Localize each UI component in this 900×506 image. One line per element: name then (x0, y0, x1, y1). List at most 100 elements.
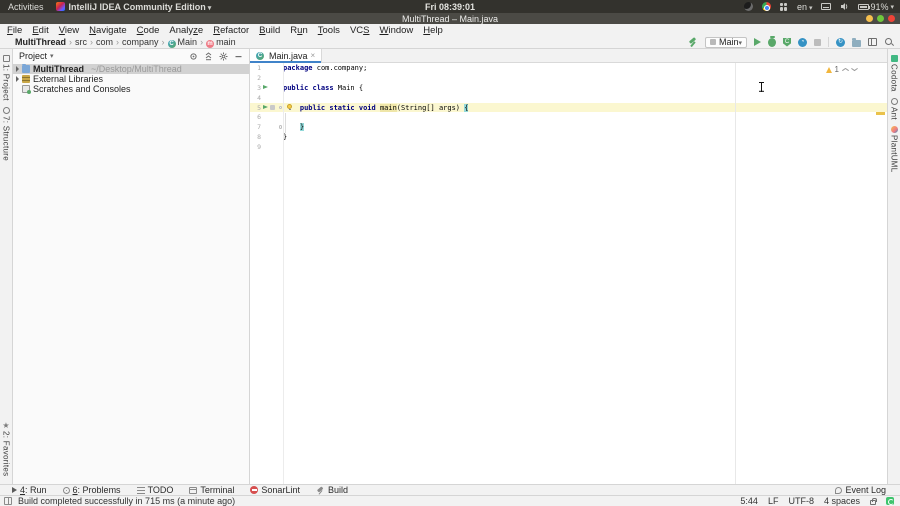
locate-icon[interactable] (189, 52, 198, 61)
code-line[interactable]: 3 public class Main { (250, 83, 887, 93)
search-everywhere-icon[interactable] (884, 37, 894, 47)
coverage-icon[interactable]: C (783, 37, 791, 47)
menu-vcs[interactable]: VCS (345, 25, 375, 36)
run-gutter-icon[interactable] (263, 104, 268, 109)
breadcrumb-project[interactable]: MultiThread (14, 37, 67, 47)
menu-help[interactable]: Help (418, 25, 448, 36)
tree-row-scratches[interactable]: Scratches and Consoles (13, 84, 249, 94)
extensions-icon[interactable] (779, 2, 788, 11)
menu-tools[interactable]: Tools (313, 25, 345, 36)
breadcrumb-class-main[interactable]: C Main (167, 37, 199, 48)
code-line[interactable]: 5 public static void main(String[] args)… (250, 102, 887, 113)
toolwindow-button-run[interactable]: 4: Run (12, 485, 47, 495)
code-text[interactable]: public static void main(String[] args) { (283, 103, 469, 112)
toolwindow-button-build[interactable]: Build (316, 485, 348, 495)
line-number[interactable]: 9 (250, 143, 261, 151)
keyboard-icon[interactable] (821, 3, 832, 10)
menu-analyze[interactable]: Analyze (164, 25, 208, 36)
expand-chevron-icon[interactable] (16, 76, 19, 82)
tree-row-external-libraries[interactable]: External Libraries (13, 74, 249, 84)
line-number[interactable]: 4 (250, 94, 261, 102)
gutter[interactable] (261, 122, 283, 132)
toolwindow-button-codota[interactable]: Codota (888, 55, 900, 92)
code-line[interactable]: 1 package com.company; (250, 63, 887, 73)
expand-chevron-icon[interactable] (16, 66, 19, 72)
stop-icon[interactable] (814, 38, 821, 46)
toolwindow-switcher-icon[interactable] (4, 497, 12, 505)
code-line[interactable]: 9 (250, 142, 887, 152)
code-line[interactable]: 6 (250, 112, 887, 122)
breadcrumb-src[interactable]: src (74, 37, 88, 47)
toolwindow-button-sonarlint[interactable]: SonarLint (250, 485, 300, 495)
maximize-button[interactable] (877, 15, 884, 22)
encoding-widget[interactable]: UTF-8 (788, 496, 814, 506)
menu-navigate[interactable]: Navigate (84, 25, 132, 36)
run-config-selector[interactable]: Main (704, 36, 747, 48)
settings-icon[interactable] (219, 52, 228, 61)
line-separator-widget[interactable]: LF (768, 496, 779, 506)
gutter[interactable] (261, 103, 283, 113)
gutter[interactable] (261, 93, 283, 103)
menu-file[interactable]: File (2, 25, 27, 36)
toolwindow-button-structure[interactable]: 7: Structure (0, 106, 12, 161)
menu-window[interactable]: Window (374, 25, 418, 36)
run-icon[interactable] (754, 38, 761, 46)
toolwindow-button-terminal[interactable]: Terminal (189, 485, 234, 495)
update-icon[interactable]: ↻ (836, 37, 845, 47)
indent-widget[interactable]: 4 spaces (824, 496, 860, 506)
toolwindow-button-favorites[interactable]: ★ 2: Favorites (0, 421, 12, 476)
close-button[interactable] (888, 15, 895, 22)
line-number[interactable]: 2 (250, 74, 261, 82)
readonly-lock-icon[interactable] (870, 498, 877, 505)
code-text[interactable]: } (283, 123, 305, 132)
line-number[interactable]: 6 (250, 113, 261, 121)
code-text[interactable]: package com.company; (283, 64, 367, 72)
project-panel-title[interactable]: Project (19, 51, 54, 61)
gutter[interactable] (261, 142, 283, 152)
code-line[interactable]: 8} (250, 132, 887, 142)
battery-indicator[interactable]: 91% (858, 2, 894, 12)
gutter[interactable] (261, 112, 283, 122)
inspection-widget[interactable]: 1 (825, 65, 857, 74)
toolwindow-button-project[interactable]: 1: Project (0, 55, 12, 101)
run-gutter-icon[interactable] (263, 85, 268, 90)
toolwindow-button-problems[interactable]: 6: Problems (62, 485, 121, 495)
code-line[interactable]: 2 (250, 73, 887, 83)
hide-icon[interactable] (234, 52, 243, 61)
line-number[interactable]: 5 (250, 104, 261, 112)
next-warning-icon[interactable] (851, 68, 857, 72)
code-line[interactable]: 4 (250, 93, 887, 103)
menu-refactor[interactable]: Refactor (208, 25, 254, 36)
fold-icon[interactable] (278, 105, 282, 110)
line-number[interactable]: 3 (250, 84, 261, 92)
volume-icon[interactable] (840, 2, 849, 11)
line-number[interactable]: 1 (250, 64, 261, 72)
chrome-icon[interactable] (761, 2, 771, 11)
profiler-icon[interactable]: ◔ (798, 37, 807, 47)
tab-close-icon[interactable]: × (311, 51, 316, 60)
gutter[interactable] (261, 83, 283, 93)
menu-build[interactable]: Build (254, 25, 285, 36)
caret-position-widget[interactable]: 5:44 (740, 496, 758, 506)
codota-status-icon[interactable] (886, 497, 894, 505)
gutter[interactable] (261, 73, 283, 83)
menu-edit[interactable]: Edit (27, 25, 53, 36)
event-log-button[interactable]: Event Log (835, 485, 886, 495)
code-line[interactable]: 7 } (250, 122, 887, 132)
gutter[interactable] (261, 132, 283, 142)
editor-tab-main-java[interactable]: C Main.java × (250, 49, 323, 63)
minimize-button[interactable] (866, 15, 873, 22)
debug-icon[interactable] (768, 36, 776, 47)
line-number[interactable]: 7 (250, 123, 261, 131)
breadcrumb-com[interactable]: com (95, 37, 114, 47)
breadcrumb-method-main[interactable]: m main (205, 37, 237, 48)
menu-run[interactable]: Run (285, 25, 312, 36)
gutter[interactable] (261, 63, 283, 73)
recorder-icon[interactable] (743, 2, 753, 11)
gutter-extra-icon[interactable] (270, 105, 275, 111)
toolwindow-button-plantuml[interactable]: PlantUML (888, 125, 900, 172)
menu-view[interactable]: View (54, 25, 84, 36)
project-structure-icon[interactable] (852, 37, 861, 47)
line-number[interactable]: 8 (250, 133, 261, 141)
code-area[interactable]: 1 package com.company; 2 3 public class Main… (250, 63, 887, 484)
